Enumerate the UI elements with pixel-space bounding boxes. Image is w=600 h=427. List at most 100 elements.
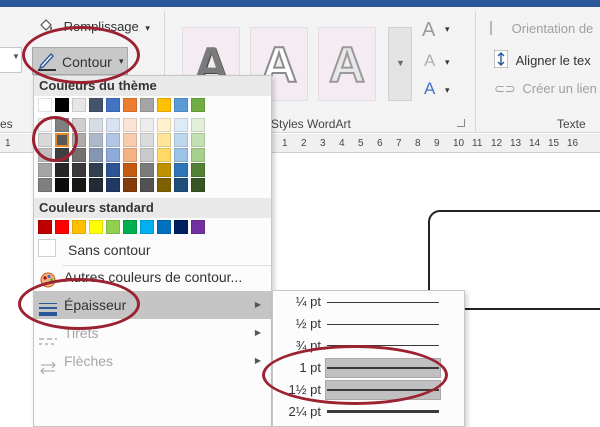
theme-color-shade-swatch[interactable]: [72, 133, 86, 147]
theme-color-shade-swatch[interactable]: [38, 133, 52, 147]
theme-color-shade-swatch[interactable]: [38, 163, 52, 177]
theme-color-shade-swatch[interactable]: [191, 118, 205, 132]
theme-color-shade-swatch[interactable]: [38, 118, 52, 132]
weight-option-one-half[interactable]: 1½ pt: [273, 379, 464, 401]
theme-color-shade-swatch[interactable]: [174, 118, 188, 132]
standard-color-swatch[interactable]: [38, 220, 52, 234]
text-fill-caret[interactable]: ▾: [445, 24, 450, 35]
autres-couleurs-item[interactable]: Autres couleurs de contour...: [34, 263, 271, 291]
theme-color-shade-swatch[interactable]: [174, 178, 188, 192]
standard-color-swatch[interactable]: [89, 220, 103, 234]
standard-color-swatch[interactable]: [191, 220, 205, 234]
theme-color-shade-swatch[interactable]: [55, 148, 69, 162]
theme-color-shade-swatch[interactable]: [191, 178, 205, 192]
theme-color-shade-swatch[interactable]: [140, 148, 154, 162]
theme-color-shade-swatch[interactable]: [106, 133, 120, 147]
ruler-number: 11: [472, 138, 483, 149]
theme-color-shade-swatch[interactable]: [72, 148, 86, 162]
theme-color-swatch[interactable]: [38, 98, 52, 112]
weight-option-quarter[interactable]: ¼ pt: [273, 291, 464, 313]
standard-color-swatch[interactable]: [55, 220, 69, 234]
theme-color-shade-swatch[interactable]: [72, 178, 86, 192]
theme-color-shade-swatch[interactable]: [140, 118, 154, 132]
standard-color-swatch[interactable]: [157, 220, 171, 234]
theme-color-shade-swatch[interactable]: [123, 178, 137, 192]
theme-color-shade-swatch[interactable]: [106, 148, 120, 162]
sans-contour-item[interactable]: Sans contour: [34, 236, 271, 264]
dialog-launcher-icon[interactable]: [457, 119, 465, 127]
theme-color-shade-swatch[interactable]: [157, 133, 171, 147]
theme-color-shade-swatch[interactable]: [106, 118, 120, 132]
theme-color-shade-swatch[interactable]: [89, 163, 103, 177]
aligner-label: Aligner le tex: [515, 53, 591, 68]
text-outline-caret[interactable]: ▾: [445, 57, 450, 68]
theme-color-shade-swatch[interactable]: [140, 178, 154, 192]
standard-color-swatch[interactable]: [106, 220, 120, 234]
pen-outline-icon: [38, 51, 56, 76]
theme-color-shade-swatch[interactable]: [72, 163, 86, 177]
standard-color-swatch[interactable]: [72, 220, 86, 234]
weight-option-three-quarter[interactable]: ¾ pt: [273, 335, 464, 357]
theme-color-shade-swatch[interactable]: [55, 178, 69, 192]
orientation-button[interactable]: Orientation de: [490, 21, 593, 36]
theme-color-shade-swatch[interactable]: [89, 118, 103, 132]
tirets-item[interactable]: Tirets ▶: [34, 319, 271, 347]
theme-color-shade-swatch[interactable]: [123, 148, 137, 162]
theme-color-shade-swatch[interactable]: [55, 133, 69, 147]
theme-color-shade-swatch[interactable]: [191, 133, 205, 147]
text-fill-button[interactable]: A: [422, 19, 435, 42]
theme-color-shade-swatch[interactable]: [123, 133, 137, 147]
theme-color-shade-swatch[interactable]: [38, 148, 52, 162]
theme-color-swatch[interactable]: [89, 98, 103, 112]
theme-color-shade-swatch[interactable]: [157, 148, 171, 162]
weight-option-label: ¼ pt: [295, 294, 321, 309]
epaisseur-item[interactable]: Épaisseur ▶: [34, 291, 271, 319]
theme-color-shade-swatch[interactable]: [89, 178, 103, 192]
theme-color-shade-swatch[interactable]: [123, 118, 137, 132]
theme-color-swatch[interactable]: [174, 98, 188, 112]
weight-option-half[interactable]: ½ pt: [273, 313, 464, 335]
weight-option-one[interactable]: 1 pt: [273, 357, 464, 379]
fleches-item[interactable]: Flèches ▶: [34, 347, 271, 375]
creer-lien-button[interactable]: ⊂⊃ Créer un lien: [494, 81, 597, 97]
theme-color-shade-swatch[interactable]: [140, 163, 154, 177]
wordart-gallery-more[interactable]: ▼: [388, 27, 412, 101]
contour-button[interactable]: Contour ▾: [32, 47, 128, 75]
shape-preview-caret[interactable]: ▼: [12, 52, 20, 61]
text-effects-button[interactable]: A: [424, 79, 435, 99]
theme-color-swatch[interactable]: [55, 98, 69, 112]
theme-color-shade-swatch[interactable]: [191, 148, 205, 162]
theme-color-shade-swatch[interactable]: [157, 163, 171, 177]
theme-color-swatch[interactable]: [123, 98, 137, 112]
standard-color-swatch[interactable]: [123, 220, 137, 234]
text-outline-button[interactable]: A: [424, 51, 435, 71]
theme-color-swatch[interactable]: [72, 98, 86, 112]
wordart-style-3[interactable]: A: [318, 27, 376, 101]
theme-color-shade-swatch[interactable]: [38, 178, 52, 192]
standard-color-swatch[interactable]: [140, 220, 154, 234]
theme-color-swatch[interactable]: [157, 98, 171, 112]
theme-color-shade-swatch[interactable]: [140, 133, 154, 147]
theme-color-shade-swatch[interactable]: [89, 148, 103, 162]
theme-color-shade-swatch[interactable]: [55, 163, 69, 177]
theme-color-shade-swatch[interactable]: [106, 178, 120, 192]
theme-color-shade-swatch[interactable]: [174, 148, 188, 162]
theme-color-shade-swatch[interactable]: [106, 163, 120, 177]
theme-color-swatch[interactable]: [191, 98, 205, 112]
theme-color-shade-swatch[interactable]: [174, 163, 188, 177]
remplissage-button[interactable]: Remplissage ▾: [38, 19, 150, 34]
text-effects-caret[interactable]: ▾: [445, 85, 450, 96]
theme-color-shade-swatch[interactable]: [72, 118, 86, 132]
standard-color-swatch[interactable]: [174, 220, 188, 234]
aligner-button[interactable]: Aligner le tex: [493, 49, 591, 71]
theme-color-shade-swatch[interactable]: [157, 178, 171, 192]
theme-color-shade-swatch[interactable]: [174, 133, 188, 147]
theme-color-shade-swatch[interactable]: [191, 163, 205, 177]
theme-color-shade-swatch[interactable]: [55, 118, 69, 132]
theme-color-shade-swatch[interactable]: [89, 133, 103, 147]
weight-option-two-quarter[interactable]: 2¼ pt: [273, 401, 464, 423]
theme-color-swatch[interactable]: [140, 98, 154, 112]
theme-color-shade-swatch[interactable]: [123, 163, 137, 177]
theme-color-shade-swatch[interactable]: [157, 118, 171, 132]
theme-color-swatch[interactable]: [106, 98, 120, 112]
